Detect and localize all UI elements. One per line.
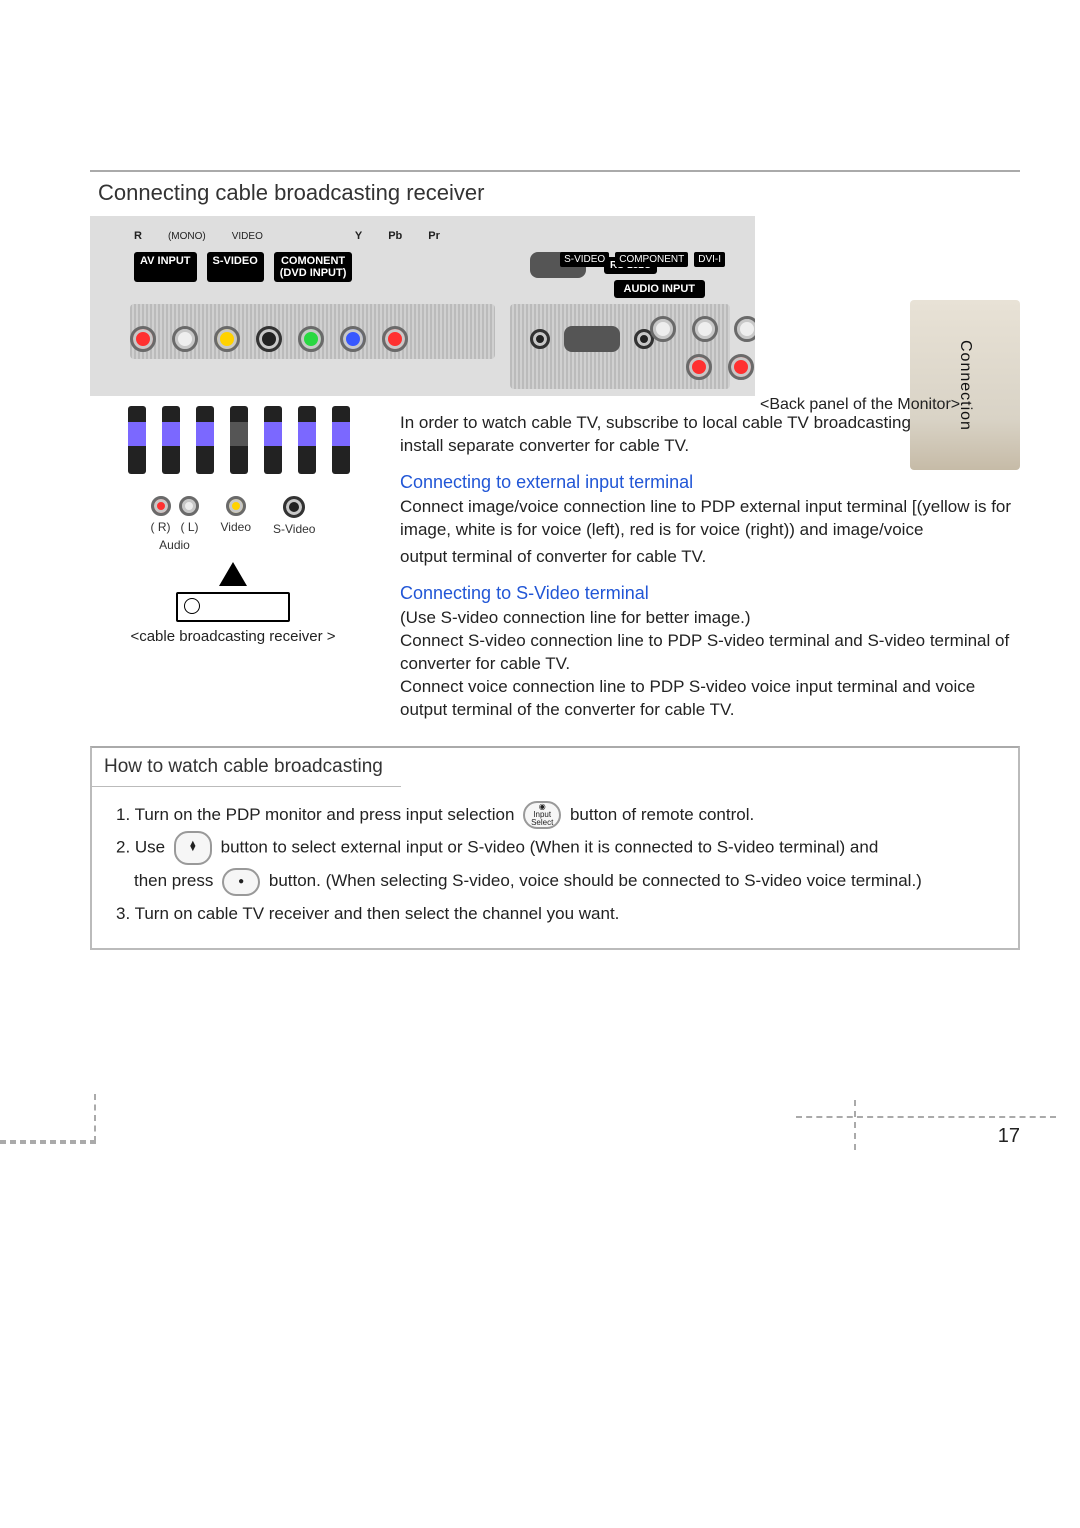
jack-y-icon (298, 326, 324, 352)
step2-text-c: then press (134, 871, 213, 890)
receiver-jack-l-icon (179, 496, 199, 516)
plug-icon (128, 406, 146, 474)
sub1-para2: output terminal of converter for cable T… (400, 546, 1020, 569)
audio-jack-l2-icon (692, 316, 718, 342)
howto-body: 1. Turn on the PDP monitor and press inp… (92, 787, 1018, 930)
plug-icon (230, 406, 248, 474)
label-component: COMONENT (DVD INPUT) (274, 252, 353, 282)
mini-dvi-label: DVI-I (694, 252, 725, 267)
sub2-line1: (Use S-video connection line for better … (400, 607, 1020, 630)
rs232-plug-icon (564, 326, 620, 352)
plug-icon (298, 406, 316, 474)
step2-text-a: 2. Use (116, 838, 165, 857)
audio-jack-r2-icon (728, 354, 754, 380)
crop-mark-right-icon (796, 1116, 1056, 1176)
step1-text-a: 1. Turn on the PDP monitor and press inp… (116, 805, 514, 824)
manual-page: Connection Connecting cable broadcasting… (0, 0, 1080, 1528)
plug-icon (332, 406, 350, 474)
mini-component-label: COMPONENT (615, 252, 688, 267)
sub2-title: Connecting to S-Video terminal (400, 581, 1020, 605)
section1-title: Connecting cable broadcasting receiver (98, 180, 1016, 206)
howto-step3: 3. Turn on cable TV receiver and then se… (116, 898, 994, 930)
jack-pb-icon (340, 326, 366, 352)
audio-jack-l3-icon (734, 316, 755, 342)
arrow-up-icon (219, 562, 247, 586)
audio-input-label: AUDIO INPUT (614, 280, 706, 298)
jack-white-icon (172, 326, 198, 352)
up-down-button-icon (174, 831, 212, 865)
section1-left-col: ( R) ( L) Audio Video S-Video (90, 410, 380, 722)
jack-yellow-icon (214, 326, 240, 352)
label-audio-mono: (MONO) (168, 231, 206, 242)
receiver-caption: <cable broadcasting receiver > (108, 628, 358, 645)
label-av-input: AV INPUT (134, 252, 197, 282)
input-select-button-icon: ◉Input Select (523, 801, 561, 829)
label-audio-r: R (134, 230, 142, 242)
receiver-label-l: ( L) (181, 520, 199, 534)
howto-title: How to watch cable broadcasting (104, 756, 389, 778)
howto-step1: 1. Turn on the PDP monitor and press inp… (116, 799, 994, 831)
port-row-right (650, 316, 755, 380)
sub2-line3: Connect voice connection line to PDP S-v… (400, 676, 1020, 722)
back-panel-caption: <Back panel of the Monitor> (760, 396, 960, 414)
plug-icon (196, 406, 214, 474)
label-y: Y (355, 230, 362, 242)
howto-section: How to watch cable broadcasting 1. Turn … (90, 746, 1020, 950)
jack-pr-icon (382, 326, 408, 352)
audio-jack-r-icon (686, 354, 712, 380)
sub2-line2: Connect S-video connection line to PDP S… (400, 630, 1020, 676)
receiver-audio-label: Audio (151, 538, 199, 552)
crop-mark-left-icon (0, 1140, 96, 1144)
plug-icon (264, 406, 282, 474)
step2-text-b: button to select external input or S-vid… (221, 838, 879, 857)
sub1-para1: Connect image/voice connection line to P… (400, 496, 1020, 542)
receiver-jack-svideo-icon (283, 496, 305, 518)
port-row-left (130, 326, 408, 352)
label-pr: Pr (428, 230, 440, 242)
plug-icon (162, 406, 180, 474)
receiver-video-label: Video (221, 520, 251, 534)
howto-step2: 2. Use button to select external input o… (116, 831, 994, 897)
jack-svideo-icon (256, 326, 282, 352)
receiver-label-r: ( R) (151, 520, 171, 534)
receiver-jack-r-icon (151, 496, 171, 516)
step2-text-d: button. (When selecting S-video, voice s… (269, 871, 922, 890)
panel-label-row: AV INPUT S-VIDEO COMONENT (DVD INPUT) (134, 252, 352, 282)
howto-title-row: How to watch cable broadcasting (92, 748, 401, 787)
step1-text-b: button of remote control. (570, 805, 754, 824)
audio-jack-l-icon (650, 316, 676, 342)
section1-body: ( R) ( L) Audio Video S-Video (90, 410, 1020, 722)
label-pb: Pb (388, 230, 402, 242)
sub1-title: Connecting to external input terminal (400, 470, 1020, 494)
rs232-screw-icon (530, 329, 550, 349)
mini-svideo-label: S-VIDEO (560, 252, 609, 267)
cable-plugs-row (128, 406, 380, 474)
jack-red-icon (130, 326, 156, 352)
back-panel-diagram-wrap: R (MONO) VIDEO Y Pb Pr AV INPUT S-VIDEO … (90, 216, 1020, 396)
label-video: VIDEO (232, 231, 263, 242)
settop-box-icon (176, 592, 290, 622)
back-panel-diagram: R (MONO) VIDEO Y Pb Pr AV INPUT S-VIDEO … (90, 216, 755, 396)
section1-header: Connecting cable broadcasting receiver (90, 170, 1020, 216)
enter-button-icon: ● (222, 868, 260, 896)
receiver-jack-video-icon (226, 496, 246, 516)
receiver-diagram: ( R) ( L) Audio Video S-Video (108, 492, 358, 672)
input-select-caption: Input Select (531, 810, 553, 827)
label-s-video: S-VIDEO (207, 252, 264, 282)
receiver-svideo-label: S-Video (273, 522, 315, 536)
